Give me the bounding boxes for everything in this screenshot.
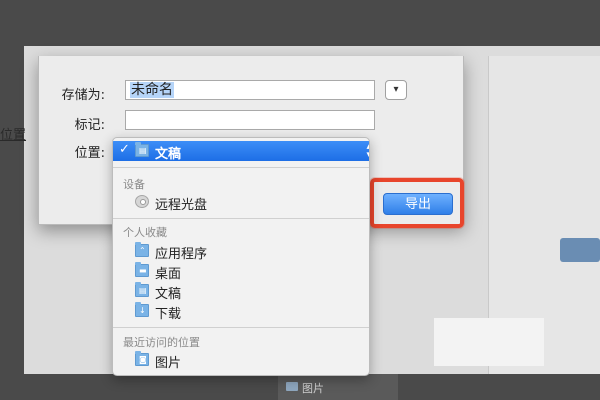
- checkmark-icon: ✓: [119, 142, 130, 157]
- menu-item-documents[interactable]: ▤ 文稿: [113, 281, 369, 302]
- filename-value: 未命名: [130, 82, 174, 98]
- export-highlight-box: [370, 178, 464, 228]
- pictures-folder-icon: ◙: [135, 351, 149, 366]
- menu-item-label: 文稿: [155, 147, 182, 162]
- save-as-label: 存储为:: [61, 88, 105, 103]
- menu-item-label: 文稿: [155, 287, 182, 302]
- menu-item-label: 下载: [155, 307, 182, 322]
- updown-arrows-icon: ▴▾: [366, 143, 369, 160]
- menu-item-pictures[interactable]: ◙ 图片: [113, 350, 369, 371]
- menu-item-applications[interactable]: ⌃ 应用程序: [113, 241, 369, 262]
- folder-icon: [286, 382, 298, 391]
- menu-item-desktop[interactable]: ▬ 桌面: [113, 261, 369, 282]
- applications-folder-icon: ⌃: [135, 242, 149, 257]
- background-bottom-label: 图片: [302, 382, 324, 395]
- background-bottom-item: 图片: [278, 374, 398, 400]
- background-location-text: 位置: [0, 128, 27, 143]
- tags-label: 标记:: [74, 118, 105, 133]
- filename-field[interactable]: 未命名: [125, 80, 375, 100]
- menu-item-downloads[interactable]: ↓ 下载: [113, 301, 369, 322]
- expand-dialog-button[interactable]: ▾: [385, 80, 407, 100]
- documents-folder-icon: ▤: [135, 282, 149, 297]
- location-label: 位置:: [74, 146, 105, 161]
- menu-item-label: 桌面: [155, 267, 182, 282]
- documents-folder-icon: ▤: [135, 142, 149, 157]
- menu-item-label: 远程光盘: [155, 198, 208, 213]
- background-button: [560, 238, 600, 262]
- location-popup-menu[interactable]: ✓ ▤ 文稿 ▴▾ 设备 远程光盘 个人收藏 ⌃ 应用程序 ▬ 桌面 ▤ 文稿 …: [112, 137, 370, 376]
- tags-field[interactable]: [125, 110, 375, 130]
- section-recent-places: 最近访问的位置: [123, 336, 200, 349]
- menu-item-label: 应用程序: [155, 247, 208, 262]
- menu-divider: [113, 327, 369, 328]
- menu-divider: [113, 218, 369, 219]
- section-favorites: 个人收藏: [123, 226, 167, 239]
- chevron-down-icon: ▾: [393, 84, 399, 95]
- desktop-folder-icon: ▬: [135, 262, 149, 277]
- background-panel-block: [434, 318, 544, 366]
- menu-divider: [113, 167, 369, 168]
- section-devices: 设备: [123, 178, 145, 191]
- menu-item-remote-disc[interactable]: 远程光盘: [113, 192, 369, 213]
- remote-disc-icon: [135, 195, 149, 208]
- downloads-folder-icon: ↓: [135, 302, 149, 317]
- menu-item-label: 图片: [155, 356, 182, 371]
- menu-item-selected-documents[interactable]: ✓ ▤ 文稿 ▴▾: [113, 141, 369, 162]
